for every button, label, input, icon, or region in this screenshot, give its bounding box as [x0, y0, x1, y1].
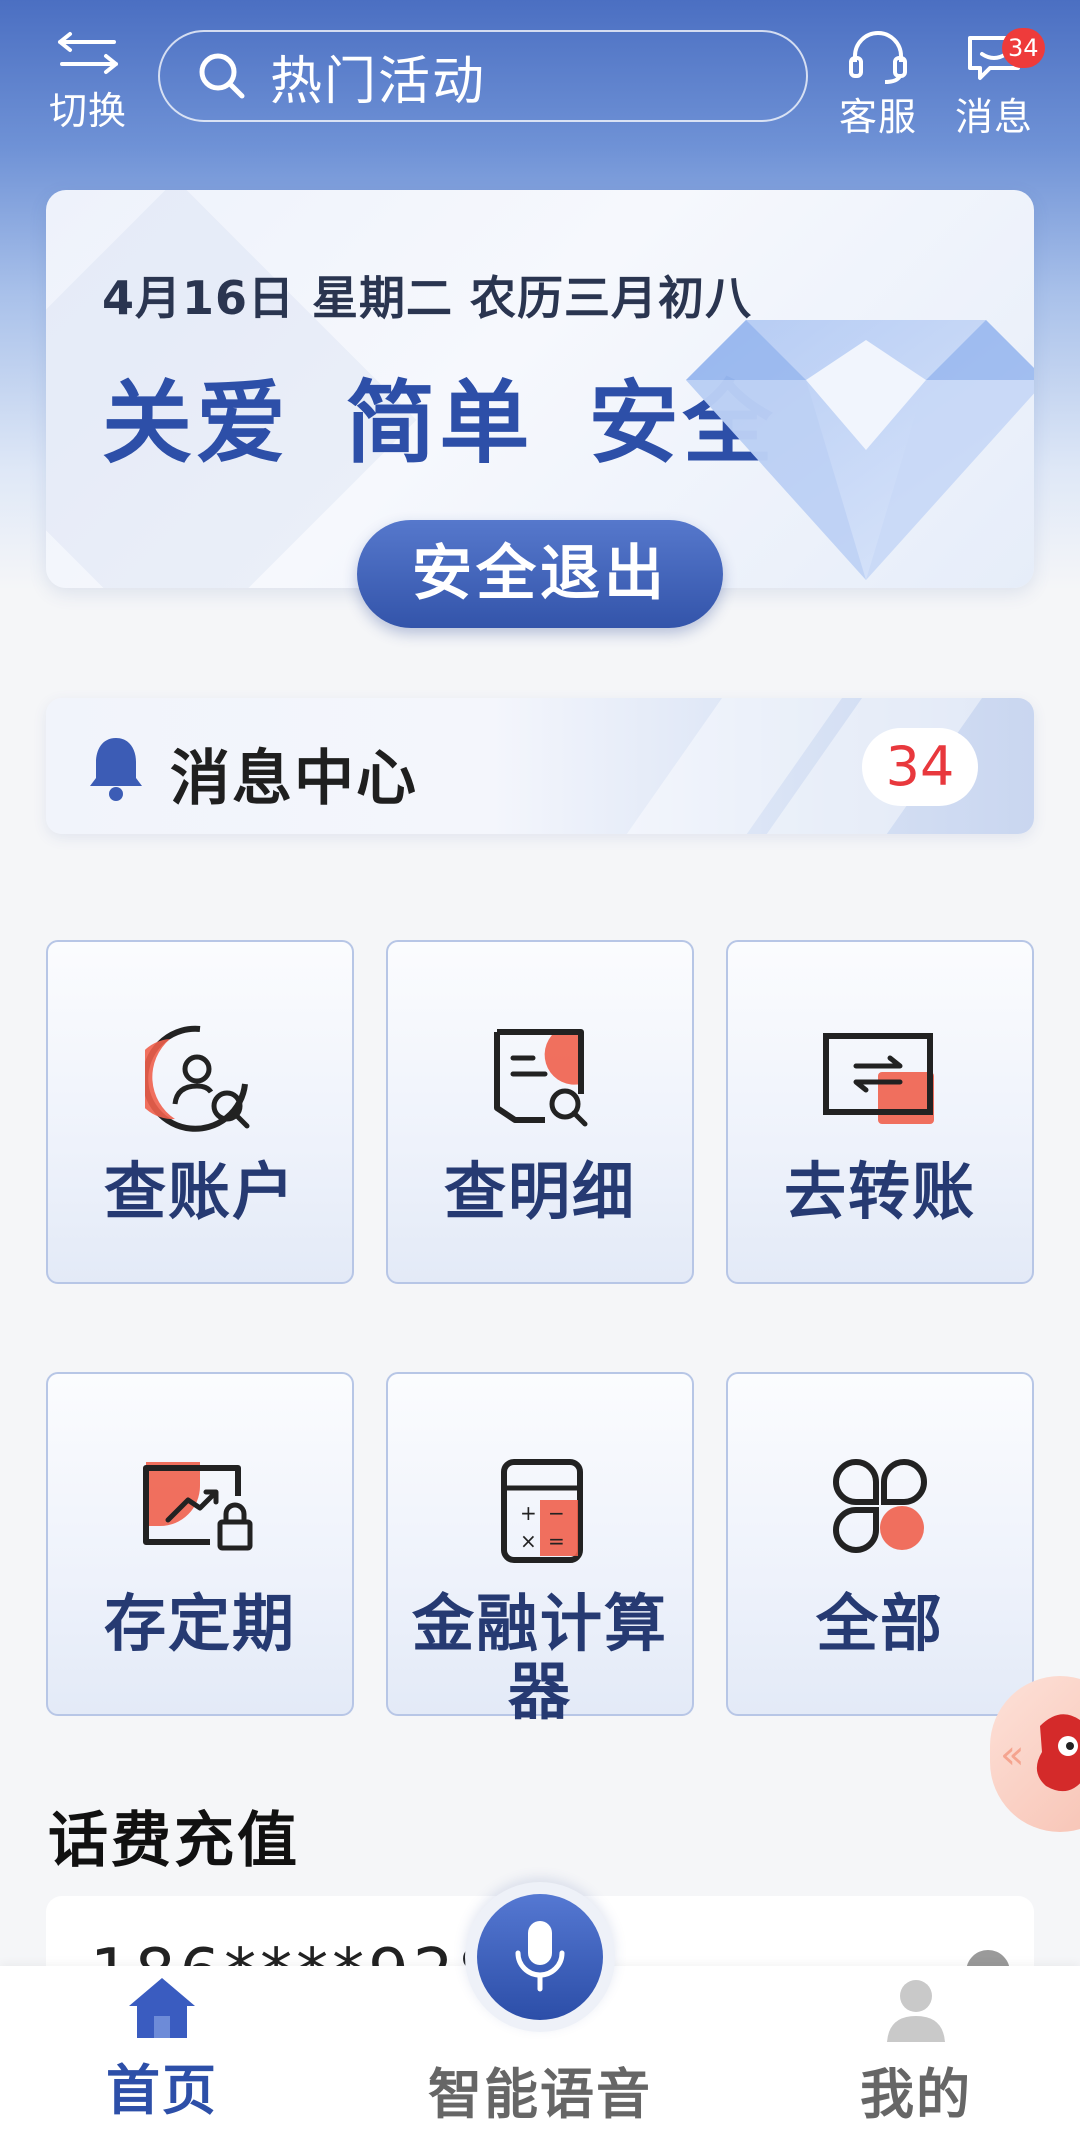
tile-label: 去转账: [783, 1155, 976, 1228]
svg-text:=: =: [548, 1529, 565, 1553]
nav-home-label: 首页: [106, 2059, 218, 2122]
tile-calculator[interactable]: + − × = 金融计算器: [386, 1372, 694, 1726]
svg-text:+: +: [520, 1501, 537, 1525]
voice-assistant-button[interactable]: [465, 1882, 615, 2032]
svg-text:−: −: [548, 1501, 565, 1525]
recharge-section-title: 话费充值: [48, 1806, 300, 1876]
banner-slogan: 关爱 简单 安全: [102, 371, 777, 476]
tile-label: 查账户: [103, 1155, 296, 1228]
message-center-card[interactable]: 消息中心 34: [46, 698, 1034, 834]
headset-icon: [849, 31, 907, 84]
search-placeholder: 热门活动: [270, 51, 487, 112]
calculator-icon: + − × =: [501, 1459, 583, 1563]
tile-label: 查明细: [443, 1155, 636, 1228]
account-search-icon: [145, 1025, 250, 1132]
microphone-icon: [515, 1921, 565, 1992]
tile-account-query[interactable]: 查账户: [46, 940, 354, 1284]
home-icon: [129, 1978, 195, 2038]
messages-badge: 34: [1002, 28, 1045, 68]
search-bar[interactable]: 热门活动: [158, 30, 808, 122]
banner-date: 4月16日 星期二 农历三月初八: [102, 271, 753, 325]
tile-label: 全部: [815, 1587, 944, 1660]
messages-button[interactable]: 消息 34: [946, 28, 1045, 141]
nav-mine[interactable]: 我的: [796, 1976, 1036, 2129]
message-center-title: 消息中心: [170, 744, 418, 814]
transfer-icon: [823, 1033, 934, 1124]
user-icon: [887, 1980, 945, 2042]
all-services-icon: [833, 1458, 927, 1554]
switch-button[interactable]: 切换: [40, 28, 136, 135]
diamond-icon: [686, 320, 1034, 580]
tile-statement-query[interactable]: 查明细: [386, 940, 694, 1284]
customer-service-label: 客服: [838, 95, 917, 139]
nav-mine-label: 我的: [860, 2063, 972, 2126]
switch-label: 切换: [48, 89, 127, 133]
tile-all-services[interactable]: 全部: [726, 1372, 1034, 1716]
svg-text:«: «: [1000, 1732, 1024, 1778]
statement-search-icon: [494, 1029, 588, 1127]
nav-home[interactable]: 首页: [42, 1976, 282, 2125]
nav-voice[interactable]: 智能语音: [420, 2048, 660, 2129]
fixed-deposit-icon: [143, 1462, 253, 1551]
voice-assistant-inner[interactable]: [477, 1894, 603, 2020]
tile-label: 金融计算器: [411, 1587, 668, 1728]
message-center-count: 34: [862, 728, 978, 806]
messages-label: 消息: [954, 95, 1033, 139]
search-icon: [199, 53, 245, 99]
tile-fixed-deposit[interactable]: 存定期: [46, 1372, 354, 1716]
svg-text:×: ×: [520, 1529, 537, 1553]
bell-icon: [90, 738, 142, 801]
tile-label: 存定期: [103, 1587, 296, 1660]
nav-voice-label: 智能语音: [428, 2063, 652, 2126]
switch-icon: [58, 32, 118, 74]
tile-transfer[interactable]: 去转账: [726, 940, 1034, 1284]
safe-exit-button[interactable]: 安全退出: [357, 520, 723, 628]
top-header: 切换 热门活动 客服 消息 34: [0, 0, 1080, 150]
customer-service-button[interactable]: 客服: [830, 28, 926, 141]
